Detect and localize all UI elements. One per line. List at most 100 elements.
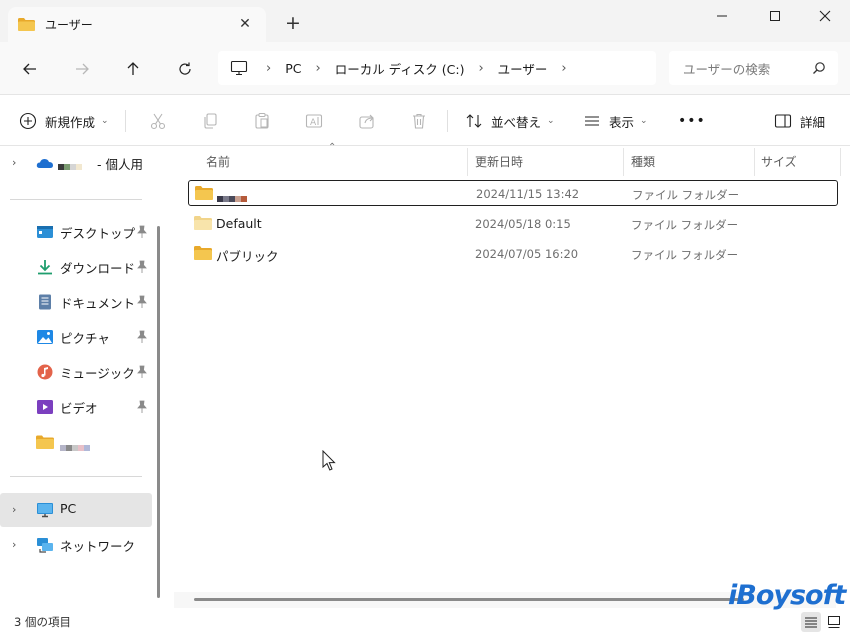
- details-view-button[interactable]: [801, 612, 821, 632]
- sidebar-item-label: ダウンロード: [60, 261, 136, 276]
- breadcrumb-users[interactable]: ユーザー: [498, 59, 548, 78]
- copy-icon: [200, 111, 220, 131]
- sidebar-item-documents[interactable]: ドキュメント: [0, 285, 152, 319]
- network-icon: [36, 537, 54, 553]
- maximize-button[interactable]: [755, 4, 795, 28]
- chevron-right-icon[interactable]: ›: [12, 156, 16, 169]
- plus-circle-icon: [18, 111, 38, 131]
- delete-button[interactable]: [409, 109, 436, 133]
- sidebar-item-desktop[interactable]: デスクトップ: [0, 215, 152, 249]
- view-label: 表示: [609, 114, 635, 130]
- sidebar-item-user-folder[interactable]: [0, 425, 152, 459]
- column-header-modified[interactable]: 更新日時: [475, 146, 523, 176]
- column-header-size[interactable]: サイズ: [761, 146, 797, 176]
- mouse-cursor-icon: [322, 450, 336, 471]
- pin-icon[interactable]: [136, 330, 148, 344]
- column-header-name[interactable]: 名前: [206, 146, 230, 176]
- new-tab-button[interactable]: +: [283, 12, 303, 34]
- scissors-icon: [148, 111, 168, 131]
- column-header-type[interactable]: 種類: [631, 146, 655, 176]
- paste-button[interactable]: [252, 109, 279, 133]
- sidebar-item-label: PC: [60, 501, 77, 516]
- column-divider[interactable]: [754, 148, 755, 176]
- file-type: ファイル フォルダー: [632, 188, 740, 202]
- address-bar[interactable]: › PC › ローカル ディスク (C:) › ユーザー ›: [218, 51, 656, 85]
- horizontal-scrollbar[interactable]: [194, 598, 744, 601]
- file-modified: 2024/07/05 16:20: [475, 247, 579, 261]
- close-icon: [819, 10, 831, 22]
- sidebar-item-music[interactable]: ミュージック: [0, 355, 152, 389]
- iboysoft-watermark: iBoysoft: [728, 580, 846, 611]
- view-button[interactable]: 表示 ⌄: [582, 109, 648, 133]
- file-type: ファイル フォルダー: [631, 248, 739, 262]
- breadcrumb-pc[interactable]: PC: [285, 61, 301, 76]
- chevron-right-icon[interactable]: ›: [561, 61, 566, 76]
- rename-button[interactable]: A: [304, 109, 331, 133]
- sort-button[interactable]: 並べ替え ⌄: [464, 109, 555, 133]
- column-divider[interactable]: [467, 148, 468, 176]
- sidebar-item-label: ピクチャ: [60, 331, 110, 346]
- trash-icon: [409, 111, 429, 131]
- tab-users[interactable]: ユーザー ✕: [8, 7, 266, 42]
- paste-icon: [252, 111, 272, 131]
- refresh-icon: [179, 62, 191, 75]
- file-type: ファイル フォルダー: [631, 218, 739, 232]
- arrow-up-icon: [127, 62, 139, 75]
- folder-icon: [194, 216, 212, 230]
- forward-button[interactable]: [69, 56, 95, 82]
- chevron-right-icon[interactable]: ›: [478, 61, 483, 76]
- chevron-right-icon[interactable]: ›: [12, 503, 16, 516]
- divider: [10, 476, 142, 477]
- documents-icon: [36, 294, 54, 310]
- share-icon: [357, 111, 377, 131]
- sidebar-item-label: ミュージック: [60, 366, 135, 381]
- pin-icon[interactable]: [136, 400, 148, 414]
- cut-button[interactable]: [148, 109, 175, 133]
- sidebar-item-videos[interactable]: ビデオ: [0, 390, 152, 424]
- pin-icon[interactable]: [136, 225, 148, 239]
- sort-ascending-icon: ⌃: [328, 142, 337, 153]
- sidebar-item-onedrive[interactable]: › - 個人用: [0, 146, 152, 180]
- sidebar-scrollbar[interactable]: [157, 226, 160, 598]
- sort-icon: [464, 111, 484, 131]
- column-divider[interactable]: [623, 148, 624, 176]
- sidebar-item-pc[interactable]: › PC: [0, 493, 152, 527]
- file-name: パブリック: [216, 249, 279, 264]
- sidebar-item-pictures[interactable]: ピクチャ: [0, 320, 152, 354]
- close-window-button[interactable]: [805, 4, 845, 28]
- minimize-button[interactable]: [702, 4, 742, 28]
- chevron-right-icon[interactable]: ›: [12, 538, 16, 551]
- file-name: Default: [216, 216, 262, 231]
- chevron-right-icon[interactable]: ›: [266, 61, 271, 76]
- pin-icon[interactable]: [136, 295, 148, 309]
- rename-icon: A: [304, 111, 324, 131]
- copy-button[interactable]: [200, 109, 227, 133]
- sidebar-item-downloads[interactable]: ダウンロード: [0, 250, 152, 284]
- pin-icon[interactable]: [136, 260, 148, 274]
- close-tab-button[interactable]: ✕: [236, 15, 254, 33]
- file-row[interactable]: パブリック 2024/07/05 16:20 ファイル フォルダー: [188, 241, 838, 267]
- redacted-folder-name: [217, 190, 247, 205]
- up-button[interactable]: [120, 56, 146, 82]
- back-button[interactable]: [17, 56, 43, 82]
- more-options-button[interactable]: •••: [678, 109, 706, 133]
- tiles-view-button[interactable]: [824, 612, 844, 632]
- new-button[interactable]: 新規作成 ⌄: [18, 109, 109, 133]
- pin-icon[interactable]: [136, 365, 148, 379]
- sidebar-item-network[interactable]: › ネットワーク: [0, 528, 152, 562]
- column-divider[interactable]: [840, 148, 841, 176]
- share-button[interactable]: [357, 109, 384, 133]
- redacted-account-name: [58, 158, 82, 173]
- details-pane-button[interactable]: 詳細: [773, 109, 825, 133]
- computer-icon: [36, 502, 54, 518]
- chevron-right-icon[interactable]: ›: [315, 61, 320, 76]
- refresh-button[interactable]: [172, 56, 198, 82]
- file-row[interactable]: 2024/11/15 13:42 ファイル フォルダー: [188, 180, 838, 206]
- minimize-icon: [717, 15, 727, 17]
- search-input[interactable]: ユーザーの検索: [669, 51, 838, 85]
- file-row[interactable]: Default 2024/05/18 0:15 ファイル フォルダー: [188, 211, 838, 237]
- search-placeholder: ユーザーの検索: [683, 61, 771, 77]
- file-modified: 2024/05/18 0:15: [475, 217, 571, 231]
- breadcrumb-local-disk[interactable]: ローカル ディスク (C:): [335, 59, 465, 78]
- sidebar-item-label: ネットワーク: [60, 539, 136, 554]
